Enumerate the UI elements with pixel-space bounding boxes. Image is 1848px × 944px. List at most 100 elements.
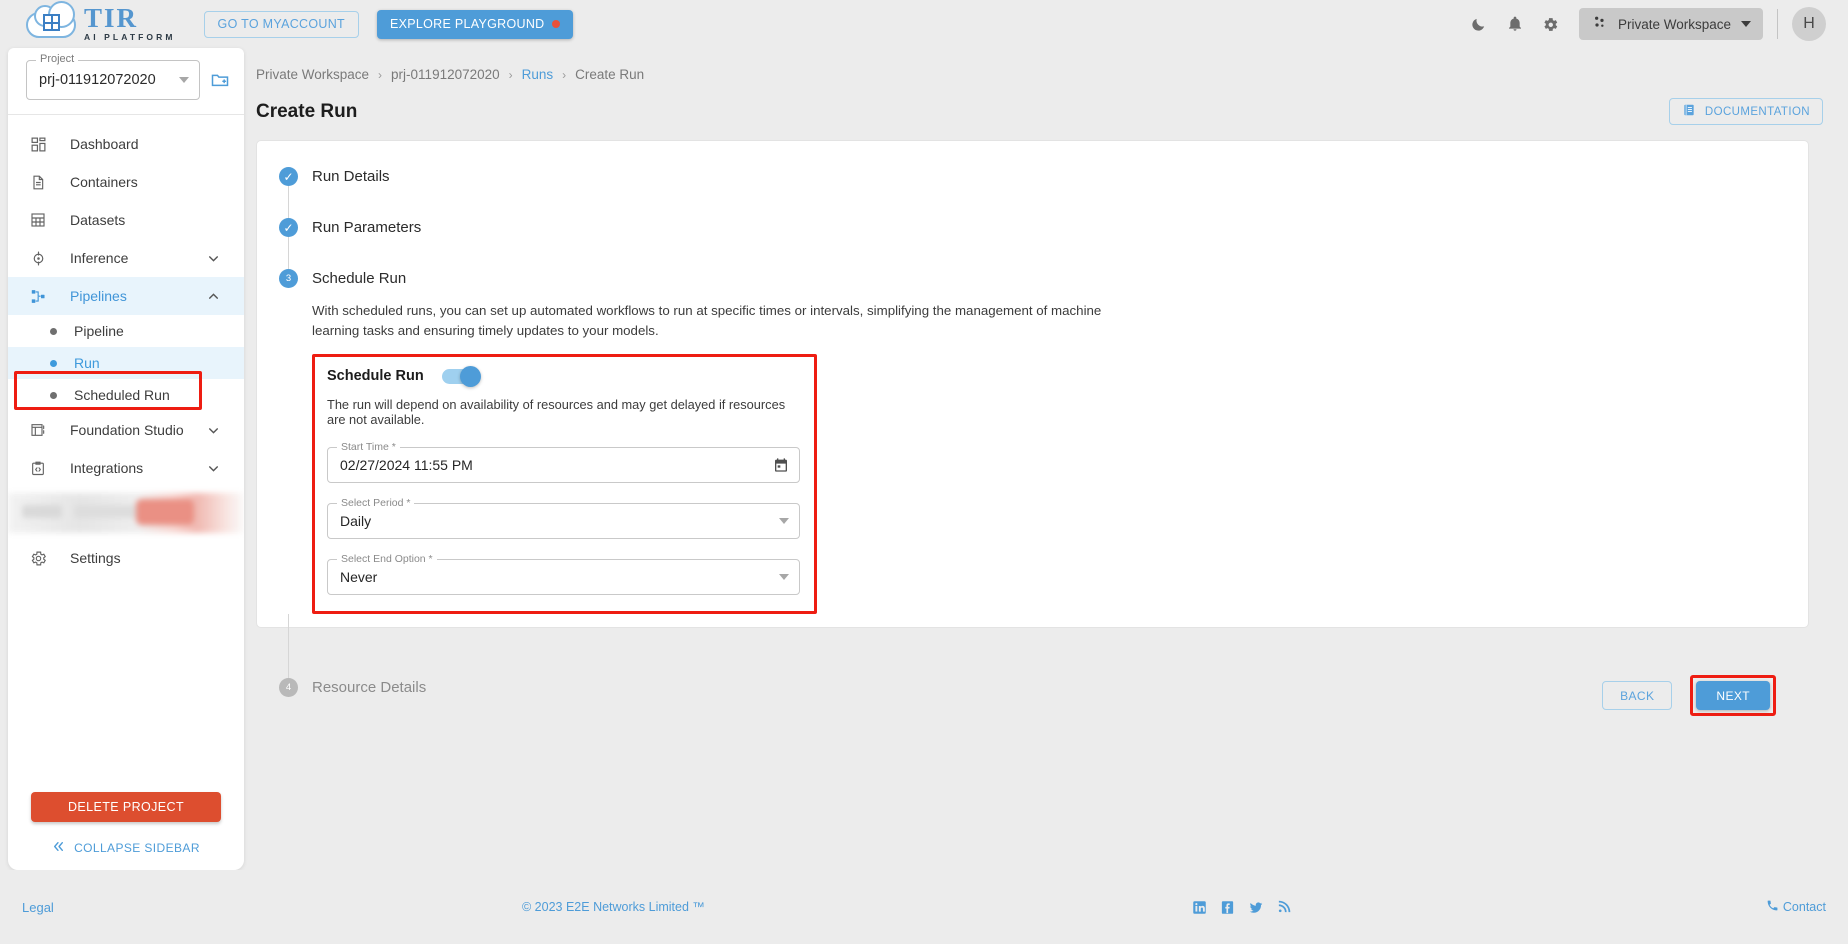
step-connector bbox=[288, 237, 289, 269]
project-select-legend: Project bbox=[36, 53, 79, 65]
logo-tagline: AI PLATFORM bbox=[84, 32, 176, 42]
legal-link[interactable]: Legal bbox=[22, 900, 54, 915]
select-end-option-label: Select End Option * bbox=[337, 553, 437, 565]
sidebar-item-integrations[interactable]: Integrations bbox=[8, 449, 244, 487]
breadcrumb-item-workspace[interactable]: Private Workspace bbox=[256, 67, 369, 82]
create-run-card: ✓ Run Details ✓ Run Parameters 3 Schedul… bbox=[256, 140, 1809, 716]
start-time-label: Start Time * bbox=[337, 441, 400, 453]
foundation-studio-icon bbox=[30, 420, 52, 440]
select-end-option-value: Never bbox=[340, 569, 378, 585]
sidebar-item-label: Datasets bbox=[70, 212, 126, 228]
step-label: Schedule Run bbox=[312, 270, 407, 287]
project-select[interactable]: Project prj-011912072020 bbox=[26, 53, 200, 100]
schedule-run-toggle[interactable] bbox=[441, 365, 481, 387]
chevron-down-icon[interactable] bbox=[207, 424, 220, 437]
breadcrumb: Private Workspace › prj-011912072020 › R… bbox=[244, 48, 1848, 82]
schedule-run-body: With scheduled runs, you can set up auto… bbox=[279, 288, 1808, 614]
breadcrumb-item-runs[interactable]: Runs bbox=[522, 67, 554, 82]
sidebar-item-settings[interactable]: Settings bbox=[8, 539, 244, 577]
explore-playground-button[interactable]: EXPLORE PLAYGROUND bbox=[376, 9, 573, 39]
page-footer: Legal © 2023 E2E Networks Limited ™ Cont… bbox=[0, 870, 1848, 944]
settings-icon[interactable] bbox=[1533, 6, 1569, 42]
copyright-text: © 2023 E2E Networks Limited ™ bbox=[522, 900, 705, 914]
bullet-icon bbox=[50, 391, 57, 399]
chevron-up-icon[interactable] bbox=[207, 290, 220, 303]
chevron-down-icon bbox=[1741, 21, 1751, 27]
new-folder-icon[interactable] bbox=[210, 70, 230, 90]
sidebar-item-containers[interactable]: Containers bbox=[8, 163, 244, 201]
sidebar-nav: Dashboard Containers Datasets Inference bbox=[8, 115, 244, 792]
calendar-icon[interactable] bbox=[773, 457, 789, 473]
record-dot-icon bbox=[551, 20, 560, 28]
check-icon: ✓ bbox=[279, 218, 298, 237]
start-time-field[interactable]: Start Time * 02/27/2024 11:55 PM bbox=[327, 441, 800, 483]
chevron-down-icon[interactable] bbox=[207, 462, 220, 475]
step-number: 4 bbox=[279, 678, 298, 697]
inference-icon bbox=[30, 248, 52, 268]
workspace-selector[interactable]: Private Workspace bbox=[1578, 8, 1763, 40]
collapse-sidebar-button[interactable]: COLLAPSE SIDEBAR bbox=[8, 840, 244, 856]
contact-label: Contact bbox=[1782, 900, 1826, 914]
facebook-icon[interactable] bbox=[1220, 900, 1235, 915]
sidebar-item-scheduled-run[interactable]: Scheduled Run bbox=[8, 379, 244, 411]
schedule-description: With scheduled runs, you can set up auto… bbox=[312, 303, 1102, 338]
step-label: Run Details bbox=[312, 168, 390, 185]
start-time-value: 02/27/2024 11:55 PM bbox=[340, 457, 473, 473]
dark-mode-icon[interactable] bbox=[1461, 6, 1497, 42]
delete-project-button[interactable]: DELETE PROJECT bbox=[31, 792, 221, 822]
step-schedule-run[interactable]: 3 Schedule Run bbox=[279, 269, 1808, 288]
next-button[interactable]: NEXT bbox=[1696, 681, 1770, 710]
select-period-value: Daily bbox=[340, 513, 372, 529]
select-period-field[interactable]: Select Period * Daily bbox=[327, 497, 800, 539]
contact-link[interactable]: Contact bbox=[1766, 899, 1826, 915]
workspace-label: Private Workspace bbox=[1617, 16, 1731, 32]
sidebar-item-run[interactable]: Run bbox=[8, 347, 244, 379]
sidebar-item-pipeline[interactable]: Pipeline bbox=[8, 315, 244, 347]
header-actions: Private Workspace H bbox=[1461, 6, 1848, 42]
cloud-grid-logo-icon bbox=[26, 1, 78, 42]
step-run-parameters[interactable]: ✓ Run Parameters bbox=[279, 218, 1808, 237]
sidebar-item-datasets[interactable]: Datasets bbox=[8, 201, 244, 239]
step-number: 3 bbox=[279, 269, 298, 288]
linkedin-icon[interactable] bbox=[1192, 900, 1207, 915]
page-title: Create Run bbox=[256, 100, 358, 122]
sidebar-item-redacted[interactable] bbox=[8, 493, 244, 533]
sidebar-item-label: Foundation Studio bbox=[70, 422, 184, 438]
sidebar-item-label: Scheduled Run bbox=[74, 387, 170, 403]
twitter-icon[interactable] bbox=[1248, 900, 1264, 915]
rss-icon[interactable] bbox=[1277, 900, 1291, 914]
next-button-highlight-box: NEXT bbox=[1690, 675, 1776, 716]
book-icon bbox=[1682, 103, 1696, 120]
bullet-icon bbox=[50, 327, 57, 335]
sidebar-item-label: Containers bbox=[70, 174, 138, 190]
breadcrumb-item-project[interactable]: prj-011912072020 bbox=[391, 67, 500, 82]
top-header: TIR AI PLATFORM GO TO MYACCOUNT EXPLORE … bbox=[0, 0, 1848, 48]
sidebar-item-dashboard[interactable]: Dashboard bbox=[8, 125, 244, 163]
document-icon bbox=[30, 172, 52, 192]
logo-brand: TIR bbox=[84, 3, 139, 33]
select-period-label: Select Period * bbox=[337, 497, 415, 509]
sidebar-item-foundation-studio[interactable]: Foundation Studio bbox=[8, 411, 244, 449]
go-to-myaccount-button[interactable]: GO TO MYACCOUNT bbox=[203, 10, 359, 38]
wizard-actions: BACK NEXT bbox=[1602, 675, 1776, 716]
notifications-icon[interactable] bbox=[1497, 6, 1533, 42]
breadcrumb-separator: › bbox=[562, 67, 567, 82]
integrations-code-icon bbox=[30, 458, 52, 478]
documentation-label: DOCUMENTATION bbox=[1704, 105, 1810, 118]
step-run-details[interactable]: ✓ Run Details bbox=[279, 167, 1808, 186]
step-connector bbox=[288, 186, 289, 218]
check-icon: ✓ bbox=[279, 167, 298, 186]
step-resource-details[interactable]: 4 Resource Details bbox=[279, 678, 1808, 697]
step-connector bbox=[288, 614, 289, 678]
double-chevron-left-icon bbox=[52, 840, 65, 856]
chevron-down-icon[interactable] bbox=[207, 252, 220, 265]
documentation-button[interactable]: DOCUMENTATION bbox=[1668, 98, 1823, 125]
avatar[interactable]: H bbox=[1792, 7, 1826, 41]
app-logo[interactable]: TIR AI PLATFORM bbox=[26, 1, 176, 42]
sidebar-item-inference[interactable]: Inference bbox=[8, 239, 244, 277]
sidebar-item-pipelines[interactable]: Pipelines bbox=[8, 277, 244, 315]
social-links bbox=[1192, 900, 1291, 915]
sidebar-item-label: Run bbox=[74, 355, 100, 371]
select-end-option-field[interactable]: Select End Option * Never bbox=[327, 553, 800, 595]
back-button[interactable]: BACK bbox=[1602, 681, 1673, 710]
